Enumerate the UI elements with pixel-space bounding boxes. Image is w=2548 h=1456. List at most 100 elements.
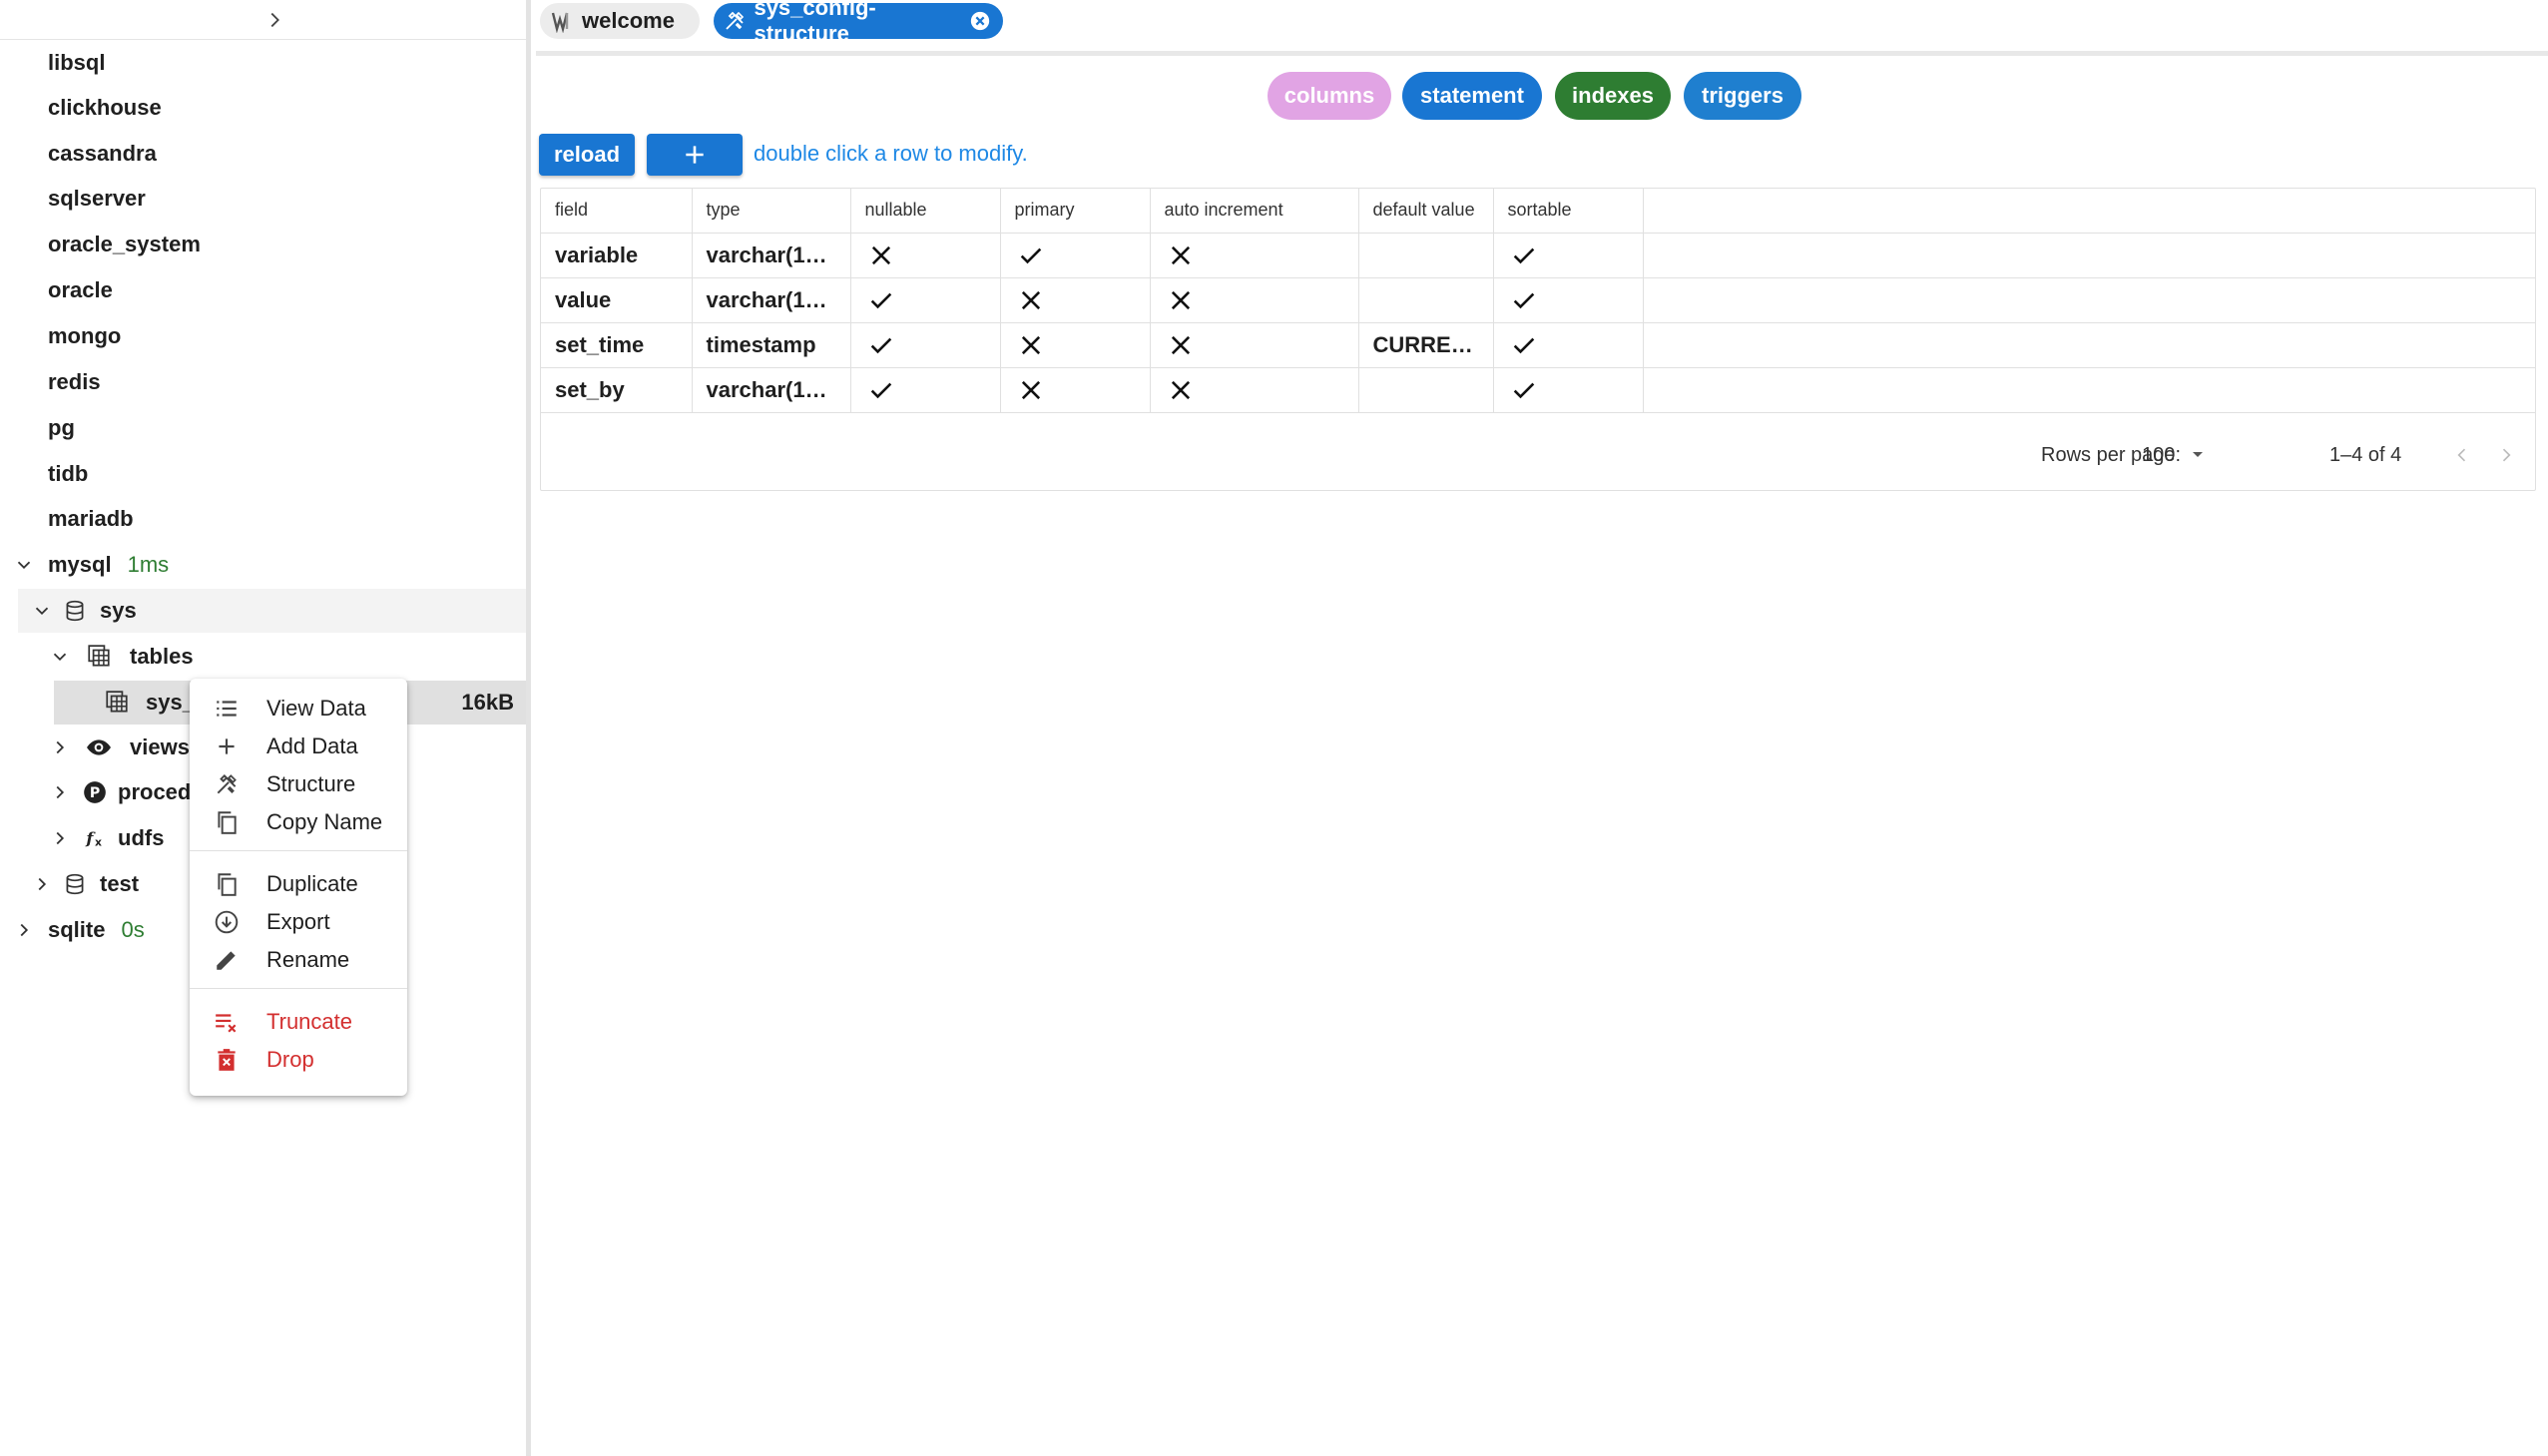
column-header-nullable[interactable]: nullable xyxy=(850,189,1001,234)
expand-sidebar-button[interactable] xyxy=(255,4,294,36)
tree-item-label: mongo xyxy=(48,323,122,348)
column-header-field[interactable]: field xyxy=(541,189,693,234)
copy-icon xyxy=(212,807,242,837)
tab-welcome[interactable]: welcome xyxy=(540,3,700,39)
tree-item-label: cassandra xyxy=(48,141,157,166)
cell-field: value xyxy=(541,277,693,323)
menu-item-label: Drop xyxy=(266,1047,314,1072)
menu-item-view-data[interactable]: View Data xyxy=(190,691,407,727)
menu-item-add-data[interactable]: Add Data xyxy=(190,728,407,764)
trash-icon xyxy=(212,1045,242,1075)
svg-text:x: x xyxy=(95,836,102,849)
column-header-type[interactable]: type xyxy=(692,189,851,234)
chevron-right-icon[interactable] xyxy=(28,870,56,898)
tree-item-libsql[interactable]: libsql xyxy=(0,41,526,85)
table-context-menu: View Data Add Data Structure Copy Name D… xyxy=(190,679,407,1096)
close-icon xyxy=(1171,290,1190,309)
cell-type: timestamp xyxy=(692,322,851,368)
cell-sortable xyxy=(1493,367,1644,413)
tree-item-mysql[interactable]: mysql 1ms xyxy=(0,543,526,587)
rows-per-page-value: 100 xyxy=(2142,443,2176,466)
tab-label: welcome xyxy=(582,8,675,33)
column-header-default-value[interactable]: default value xyxy=(1358,189,1494,234)
cell-sortable xyxy=(1493,277,1644,323)
latency-badge: 0s xyxy=(121,917,145,942)
column-header-primary[interactable]: primary xyxy=(1000,189,1151,234)
database-icon xyxy=(60,869,90,899)
tree-item-label: tables xyxy=(130,644,194,669)
add-column-button[interactable] xyxy=(647,134,743,176)
structure-table: field type nullable primary auto increme… xyxy=(540,188,2536,491)
column-header-sortable[interactable]: sortable xyxy=(1493,189,1644,234)
chevron-right-icon[interactable] xyxy=(46,824,74,852)
welcome-logo-icon xyxy=(548,7,576,35)
chevron-down-icon[interactable] xyxy=(10,551,38,579)
cell-filler xyxy=(1643,322,2535,368)
tree-item-label: redis xyxy=(48,369,101,394)
chip-statement[interactable]: statement xyxy=(1402,72,1542,120)
close-icon xyxy=(1021,290,1040,309)
check-icon xyxy=(870,337,891,353)
tree-item-mariadb[interactable]: mariadb xyxy=(0,497,526,541)
menu-item-drop[interactable]: Drop xyxy=(190,1042,407,1078)
tree-item-label: libsql xyxy=(48,50,106,75)
close-tab-icon[interactable] xyxy=(969,10,991,32)
chevron-right-icon[interactable] xyxy=(46,733,74,761)
chip-indexes[interactable]: indexes xyxy=(1555,72,1671,120)
chevron-down-icon[interactable] xyxy=(28,597,56,625)
tree-item-mongo[interactable]: mongo xyxy=(0,314,526,358)
next-page-button[interactable] xyxy=(2491,438,2521,472)
tree-item-tables[interactable]: tables xyxy=(0,635,526,679)
cell-field: set_by xyxy=(541,367,693,413)
chip-columns[interactable]: columns xyxy=(1268,72,1391,120)
menu-item-rename[interactable]: Rename xyxy=(190,942,407,978)
tree-item-tidb[interactable]: tidb xyxy=(0,452,526,496)
tree-item-redis[interactable]: redis xyxy=(0,360,526,404)
table-row[interactable]: value varchar(1… xyxy=(541,277,2535,323)
tree-item-oracle-system[interactable]: oracle_system xyxy=(0,223,526,266)
previous-page-button[interactable] xyxy=(2447,438,2477,472)
cell-default-value xyxy=(1358,277,1494,323)
menu-item-export[interactable]: Export xyxy=(190,904,407,940)
cell-auto-increment xyxy=(1150,367,1359,413)
chip-triggers[interactable]: triggers xyxy=(1684,72,1801,120)
cell-default-value: CURRE… xyxy=(1358,322,1494,368)
chevron-right-icon[interactable] xyxy=(10,916,38,944)
list-icon xyxy=(212,694,242,724)
table-row[interactable]: set_time timestamp CURRE… xyxy=(541,322,2535,368)
tree-item-label: sqlserver xyxy=(48,186,146,211)
chevron-down-icon[interactable] xyxy=(46,643,74,671)
download-circle-icon xyxy=(212,907,242,937)
menu-item-copy-name[interactable]: Copy Name xyxy=(190,804,407,840)
table-row[interactable]: variable varchar(1… xyxy=(541,233,2535,278)
menu-item-structure[interactable]: Structure xyxy=(190,766,407,802)
cell-nullable xyxy=(850,367,1001,413)
table-row[interactable]: set_by varchar(1… xyxy=(541,367,2535,413)
reload-button[interactable]: reload xyxy=(539,134,635,176)
tree-item-oracle[interactable]: oracle xyxy=(0,268,526,312)
tree-item-label: mariadb xyxy=(48,506,134,531)
tree-item-sys-database[interactable]: sys xyxy=(18,589,526,633)
tree-item-label: clickhouse xyxy=(48,95,162,120)
menu-item-label: Add Data xyxy=(266,733,358,758)
tab-sys-config-structure[interactable]: sys_config-structure xyxy=(714,0,1003,46)
cell-type: varchar(1… xyxy=(692,277,851,323)
tree-item-clickhouse[interactable]: clickhouse xyxy=(0,86,526,130)
column-header-auto-increment[interactable]: auto increment xyxy=(1150,189,1359,234)
menu-item-truncate[interactable]: Truncate xyxy=(190,1004,407,1040)
chevron-left-icon xyxy=(2457,448,2466,462)
menu-item-duplicate[interactable]: Duplicate xyxy=(190,866,407,902)
check-icon xyxy=(870,382,891,398)
close-icon xyxy=(1171,335,1190,354)
menu-divider xyxy=(190,850,407,851)
tree-item-cassandra[interactable]: cassandra xyxy=(0,132,526,176)
tree-item-label: oracle xyxy=(48,277,113,302)
cell-primary xyxy=(1000,233,1151,278)
chevron-right-icon[interactable] xyxy=(46,778,74,806)
dropdown-arrow-icon xyxy=(2193,452,2204,457)
tree-item-sqlserver[interactable]: sqlserver xyxy=(0,177,526,221)
rows-per-page-select[interactable]: 100 xyxy=(2142,438,2212,472)
tree-item-pg[interactable]: pg xyxy=(0,406,526,450)
cell-nullable xyxy=(850,277,1001,323)
tree-item-label: sys xyxy=(100,598,137,623)
